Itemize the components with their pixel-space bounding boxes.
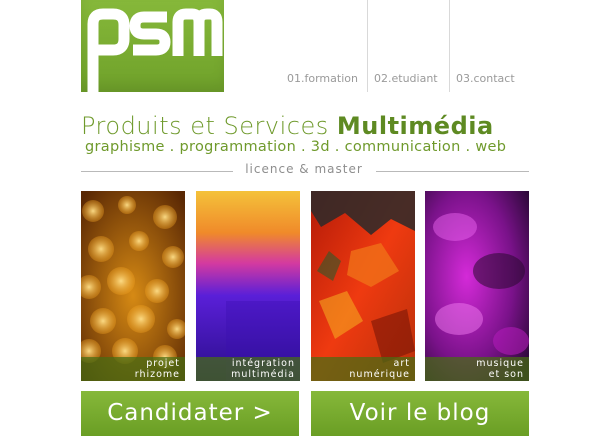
light-streak-image — [196, 191, 300, 381]
card-art-numerique[interactable]: art numérique — [311, 191, 415, 381]
nav-etudiant[interactable]: 02.etudiant — [374, 72, 438, 85]
title-bold: Multimédia — [336, 112, 494, 140]
card-caption-line2: et son — [488, 368, 524, 380]
bokeh-gold-image — [81, 191, 185, 381]
page-subtitle: graphisme . programmation . 3d . communi… — [85, 139, 507, 155]
divider-right — [376, 171, 529, 172]
blog-button[interactable]: Voir le blog — [311, 391, 529, 436]
card-caption: art numérique — [311, 357, 415, 381]
card-integration-multimedia[interactable]: intégration multimédia — [196, 191, 300, 381]
card-caption-line2: multimédia — [231, 368, 295, 380]
card-caption-line1: intégration — [231, 358, 295, 369]
title-light: Produits et Services — [81, 112, 329, 140]
card-musique-et-son[interactable]: musique et son — [425, 191, 529, 381]
nav-formation[interactable]: 01.formation — [287, 72, 358, 85]
purple-texture-image — [425, 191, 529, 381]
card-caption: projet rhizome — [81, 357, 185, 381]
card-projet-rhizome[interactable]: projet rhizome — [81, 191, 185, 381]
card-caption-line1: projet — [146, 358, 180, 369]
apply-button[interactable]: Candidater > — [81, 391, 299, 436]
card-caption: intégration multimédia — [196, 357, 300, 381]
card-caption-line2: rhizome — [134, 368, 180, 380]
abstract-red-image — [311, 191, 415, 381]
card-caption-line1: art — [393, 358, 410, 369]
page-title: Produits et Services Multimédia — [81, 112, 529, 140]
divider-left — [81, 171, 233, 172]
card-caption-line2: numérique — [349, 368, 410, 380]
nav-contact[interactable]: 03.contact — [456, 72, 515, 85]
card-caption-line1: musique — [476, 358, 524, 369]
tagline: licence & master — [245, 162, 363, 176]
nav-divider — [367, 0, 368, 92]
card-caption: musique et son — [425, 357, 529, 381]
logo[interactable]: psm — [81, 0, 224, 92]
psm-logo-mark — [87, 8, 223, 92]
nav-divider — [449, 0, 450, 92]
